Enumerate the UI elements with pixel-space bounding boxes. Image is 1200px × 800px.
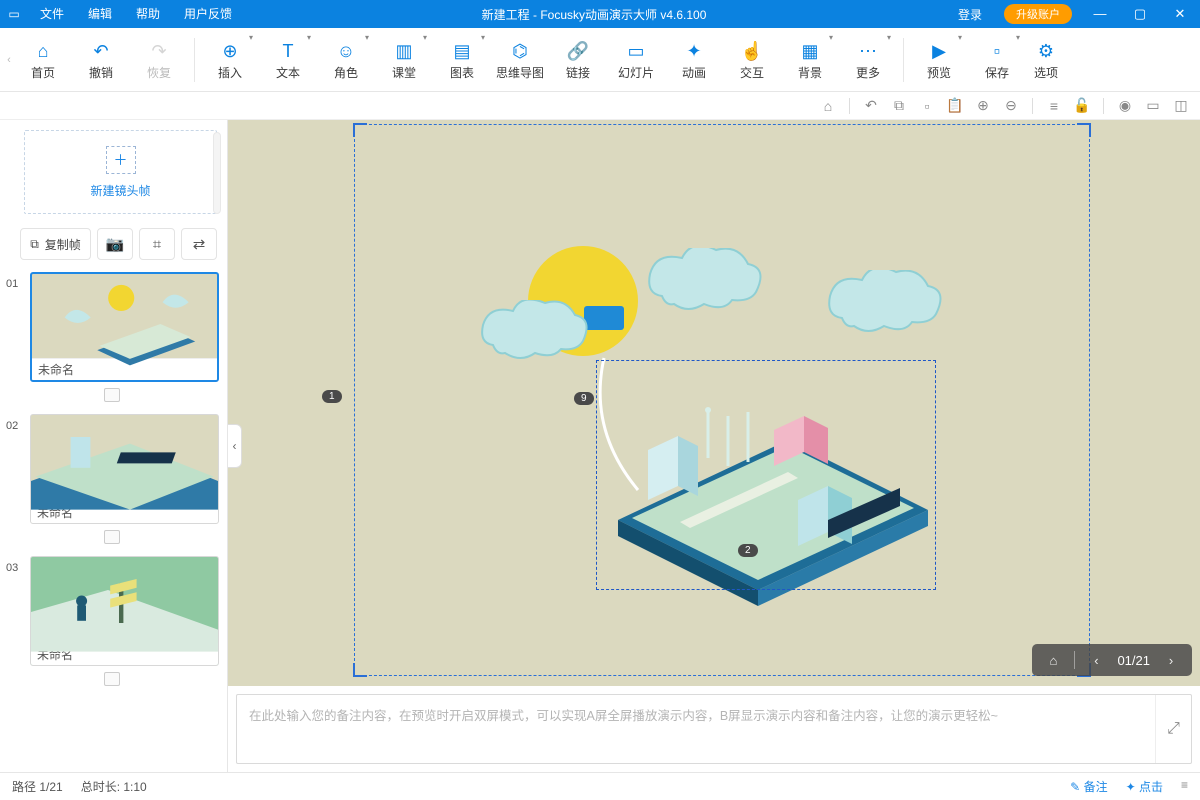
role-button[interactable]: ▾☺角色: [317, 29, 375, 91]
paste-icon[interactable]: ▫: [916, 95, 938, 117]
qr-frame-button[interactable]: ⌗: [139, 228, 175, 260]
menu-bar: 文件 编辑 帮助 用户反馈: [28, 0, 244, 28]
copy-frame-button[interactable]: ⧉复制帧: [20, 228, 91, 260]
window-title: 新建工程 - Focusky动画演示大师 v4.6.100: [244, 6, 944, 23]
menu-help[interactable]: 帮助: [124, 0, 172, 28]
insert-button[interactable]: ▾⊕插入: [201, 29, 259, 91]
status-click-button[interactable]: ✦ 点击: [1126, 778, 1163, 795]
zoom-out-icon[interactable]: ⊖: [1000, 95, 1022, 117]
toolbar-scroll-left[interactable]: ‹: [4, 54, 14, 66]
pager-prev-icon[interactable]: ‹: [1085, 653, 1107, 668]
slide-thumb-2[interactable]: 02 未命名: [4, 414, 219, 546]
side-scroll[interactable]: [213, 132, 221, 214]
upgrade-button[interactable]: 升级账户: [1004, 4, 1072, 24]
canvas-pager: ⌂ ‹ 01/21 ›: [1032, 644, 1192, 676]
home-button[interactable]: ⌂首页: [14, 29, 72, 91]
grid-icon[interactable]: ◫: [1170, 95, 1192, 117]
collapse-sidebar-button[interactable]: ‹: [228, 424, 242, 468]
text-button[interactable]: ▾T文本: [259, 29, 317, 91]
slide-thumb-3[interactable]: 03 未命名: [4, 556, 219, 688]
app-icon: ▭: [0, 7, 28, 21]
cloud-shape[interactable]: [824, 270, 944, 344]
chart-button[interactable]: ▾▤图表: [433, 29, 491, 91]
save-button[interactable]: ▾▫保存: [968, 29, 1026, 91]
status-menu-icon[interactable]: ≡: [1181, 778, 1188, 795]
animation-button[interactable]: ✦动画: [665, 29, 723, 91]
menu-file[interactable]: 文件: [28, 0, 76, 28]
camera-icon[interactable]: ◉: [1114, 95, 1136, 117]
more-button[interactable]: ▾⋯更多: [839, 29, 897, 91]
minimize-button[interactable]: ―: [1080, 6, 1120, 22]
main-toolbar: ‹ ⌂首页 ↶撤销 ↷恢复 ▾⊕插入 ▾T文本 ▾☺角色 ▾▥课堂 ▾▤图表 ⌬…: [0, 28, 1200, 92]
camera-frame-button[interactable]: 📷: [97, 228, 133, 260]
status-duration: 总时长: 1:10: [81, 778, 147, 795]
status-path: 路径 1/21: [12, 778, 63, 795]
cloud-shape[interactable]: [644, 248, 764, 322]
status-bar: 路径 1/21 总时长: 1:10 ✎ 备注 ✦ 点击 ≡: [0, 772, 1200, 800]
path-marker[interactable]: 1: [322, 390, 342, 403]
cloud-shape[interactable]: [478, 300, 588, 370]
plus-icon: ＋: [106, 146, 136, 174]
expand-notes-icon[interactable]: ⤢: [1155, 695, 1191, 763]
lock-icon[interactable]: 🔓: [1071, 95, 1093, 117]
redo-button[interactable]: ↷恢复: [130, 29, 188, 91]
notes-panel: 在此处输入您的备注内容，在预览时开启双屏模式，可以实现A屏全屏播放演示内容，B屏…: [236, 694, 1192, 764]
object-selection[interactable]: [596, 360, 936, 590]
transition-icon[interactable]: [104, 530, 120, 544]
notes-input[interactable]: 在此处输入您的备注内容，在预览时开启双屏模式，可以实现A屏全屏播放演示内容，B屏…: [237, 695, 1155, 763]
options-button[interactable]: ⚙选项: [1026, 29, 1066, 91]
link-button[interactable]: 🔗链接: [549, 29, 607, 91]
pager-home-icon[interactable]: ⌂: [1042, 653, 1064, 668]
clipboard-icon[interactable]: 📋: [944, 95, 966, 117]
canvas-toolbar: ⌂ ↶ ⧉ ▫ 📋 ⊕ ⊖ ≡ 🔓 ◉ ▭ ◫: [0, 92, 1200, 120]
background-button[interactable]: ▾▦背景: [781, 29, 839, 91]
rotate-left-icon[interactable]: ↶: [860, 95, 882, 117]
close-button[interactable]: ✕: [1160, 6, 1200, 22]
status-notes-button[interactable]: ✎ 备注: [1070, 778, 1107, 795]
slide-button[interactable]: ▭幻灯片: [607, 29, 665, 91]
interact-button[interactable]: ☝交互: [723, 29, 781, 91]
zoom-in-icon[interactable]: ⊕: [972, 95, 994, 117]
login-link[interactable]: 登录: [944, 6, 996, 23]
swap-frame-button[interactable]: ⇄: [181, 228, 217, 260]
transition-icon[interactable]: [104, 388, 120, 402]
window-controls: ― ▢ ✕: [1080, 6, 1200, 22]
maximize-button[interactable]: ▢: [1120, 6, 1160, 22]
mindmap-button[interactable]: ⌬思维导图: [491, 29, 549, 91]
new-frame-button[interactable]: ＋ 新建镜头帧: [24, 130, 217, 214]
usb-shape[interactable]: [584, 306, 624, 330]
menu-feedback[interactable]: 用户反馈: [172, 0, 244, 28]
copy-icon[interactable]: ⧉: [888, 95, 910, 117]
pager-next-icon[interactable]: ›: [1160, 653, 1182, 668]
home-icon[interactable]: ⌂: [817, 95, 839, 117]
preview-button[interactable]: ▾▶预览: [910, 29, 968, 91]
layers-icon[interactable]: ▭: [1142, 95, 1164, 117]
path-marker[interactable]: 2: [738, 544, 758, 557]
slide-thumb-1[interactable]: 01 未命名: [4, 272, 219, 404]
pager-count: 01/21: [1117, 653, 1150, 668]
title-bar: ▭ 文件 编辑 帮助 用户反馈 新建工程 - Focusky动画演示大师 v4.…: [0, 0, 1200, 28]
canvas[interactable]: 1 9 2 ⌂ ‹ 01/21 ›: [228, 120, 1200, 686]
transition-icon[interactable]: [104, 672, 120, 686]
slide-panel: ＋ 新建镜头帧 ⧉复制帧 📷 ⌗ ⇄ 01 未命名 02 未命名: [0, 120, 228, 772]
menu-edit[interactable]: 编辑: [76, 0, 124, 28]
class-button[interactable]: ▾▥课堂: [375, 29, 433, 91]
path-marker[interactable]: 9: [574, 392, 594, 405]
align-icon[interactable]: ≡: [1043, 95, 1065, 117]
undo-button[interactable]: ↶撤销: [72, 29, 130, 91]
